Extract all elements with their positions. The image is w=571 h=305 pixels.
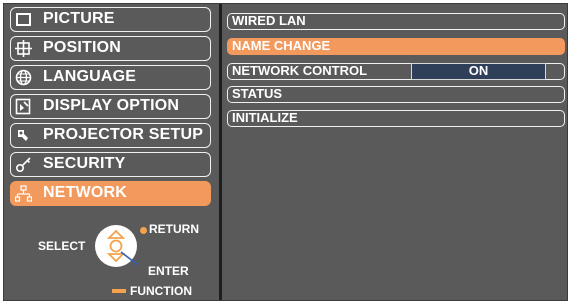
menu-item-label: PROJECTOR SETUP xyxy=(43,126,204,143)
submenu-item-label: STATUS xyxy=(232,86,283,101)
network-control-value[interactable]: ON xyxy=(411,63,546,80)
panel-divider xyxy=(219,4,222,300)
picture-icon xyxy=(15,11,32,28)
cross-key-icon xyxy=(94,224,139,268)
enter-label: ENTER xyxy=(148,264,189,278)
menu-item-network[interactable]: NETWORK xyxy=(10,181,211,206)
function-label: FUNCTION xyxy=(130,284,192,298)
menu-item-label: DISPLAY OPTION xyxy=(43,97,180,114)
wrench-icon xyxy=(15,127,32,144)
submenu-item-label: NAME CHANGE xyxy=(232,38,331,53)
globe-icon xyxy=(15,69,32,86)
submenu-item-initialize[interactable]: INITIALIZE xyxy=(227,110,565,127)
submenu-item-status[interactable]: STATUS xyxy=(227,86,565,103)
network-control-value-text: ON xyxy=(468,63,489,78)
select-label: SELECT xyxy=(38,239,86,253)
network-icon xyxy=(15,185,32,202)
menu-item-language[interactable]: LANGUAGE xyxy=(10,65,211,90)
menu-item-security[interactable]: SECURITY xyxy=(10,152,211,177)
submenu-item-name-change[interactable]: NAME CHANGE xyxy=(227,38,565,55)
submenu-item-wired-lan[interactable]: WIRED LAN xyxy=(227,13,565,30)
projector-osd-menu: PICTURE POSITION LANGUAGE DISPLAY OPTION… xyxy=(3,3,568,301)
submenu-item-label: INITIALIZE xyxy=(232,110,298,125)
key-icon xyxy=(15,156,32,173)
submenu-item-label: WIRED LAN xyxy=(232,13,306,28)
menu-item-position[interactable]: POSITION xyxy=(10,36,211,61)
menu-item-label: POSITION xyxy=(43,39,122,56)
display-option-icon xyxy=(15,98,32,115)
submenu-item-label: NETWORK CONTROL xyxy=(232,63,368,78)
menu-item-label: NETWORK xyxy=(43,184,128,201)
menu-item-projector-setup[interactable]: PROJECTOR SETUP xyxy=(10,123,211,148)
menu-item-label: SECURITY xyxy=(43,155,126,172)
return-dot-icon xyxy=(140,227,147,234)
function-bar-icon xyxy=(112,289,126,293)
menu-item-picture[interactable]: PICTURE xyxy=(10,7,211,32)
menu-item-display-option[interactable]: DISPLAY OPTION xyxy=(10,94,211,119)
position-icon xyxy=(15,40,32,57)
return-label: RETURN xyxy=(149,222,199,236)
menu-item-label: LANGUAGE xyxy=(43,68,137,85)
menu-item-label: PICTURE xyxy=(43,10,115,27)
